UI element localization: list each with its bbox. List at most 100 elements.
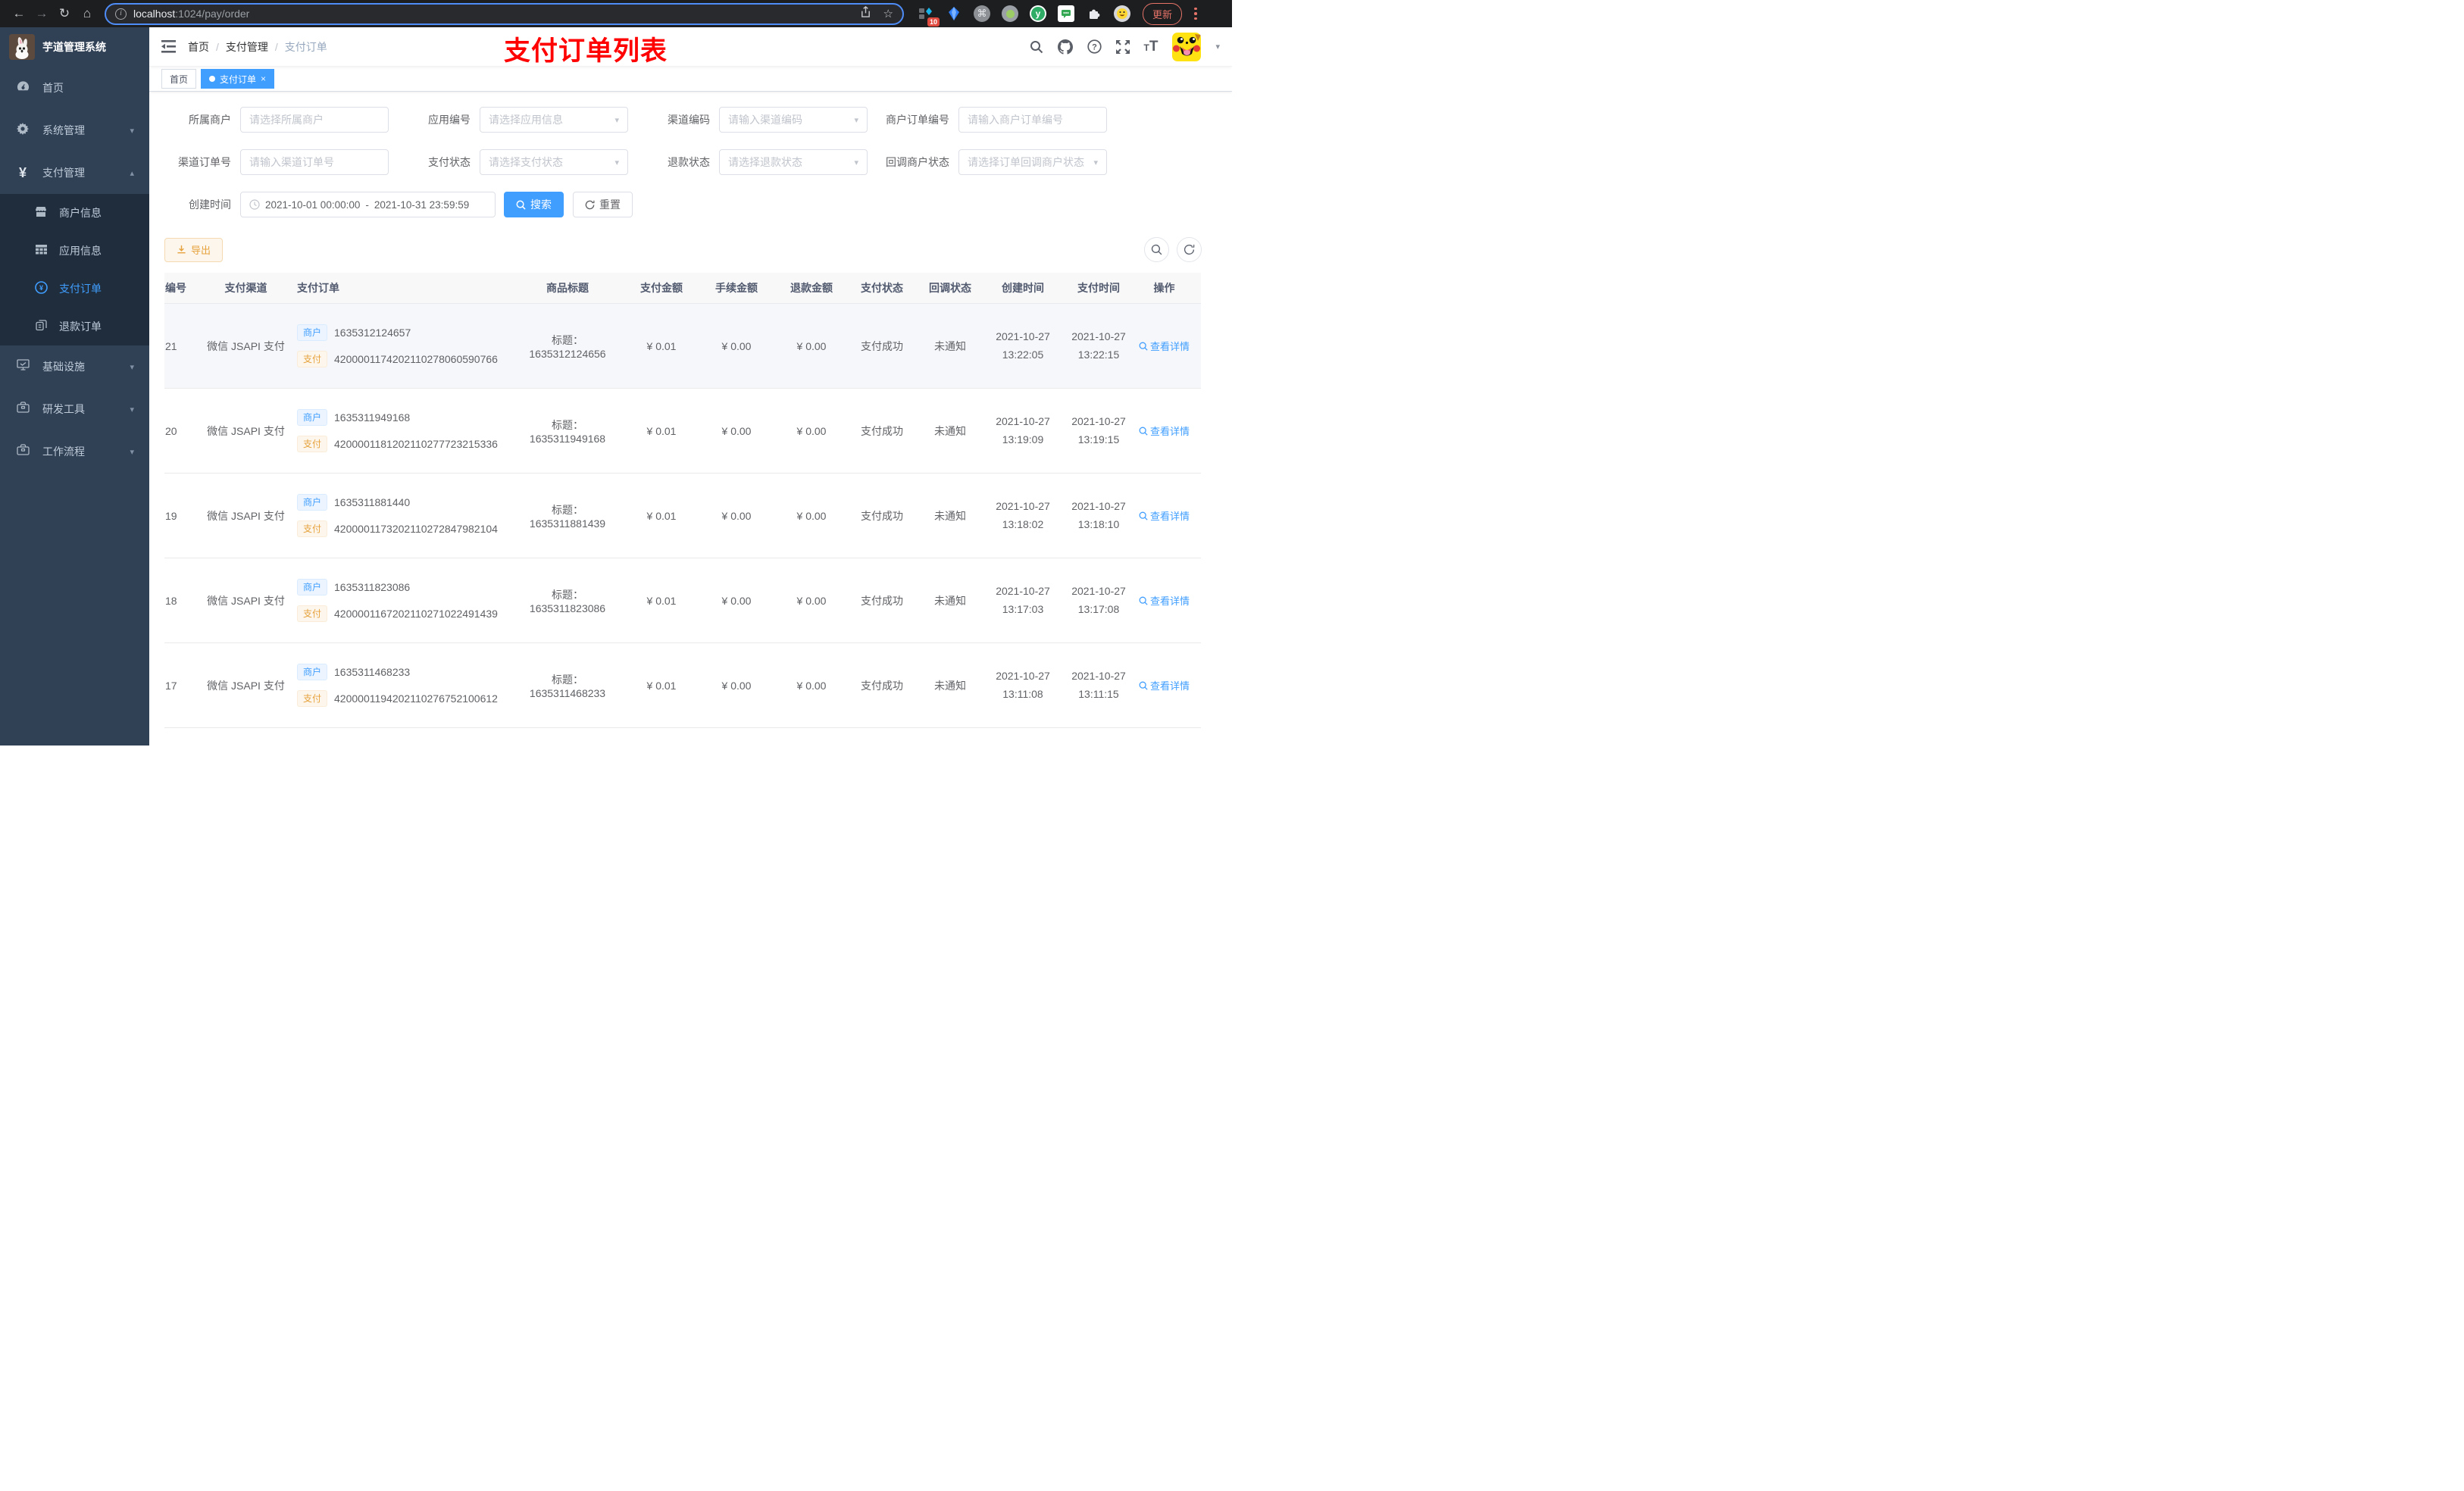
pay-tag: 支付: [297, 351, 328, 367]
table-row: 21 微信 JSAPI 支付 商户 1635312124657 支付 4200001…: [164, 304, 1201, 389]
briefcase-icon: [15, 444, 30, 459]
yen-circle-icon: ¥: [33, 280, 48, 297]
extension-badge: 10: [927, 17, 940, 27]
browser-forward-icon[interactable]: →: [30, 6, 53, 21]
sidebar-item-devtools[interactable]: 研发工具 ▾: [0, 388, 149, 430]
sidebar-item-workflow[interactable]: 工作流程 ▾: [0, 430, 149, 473]
date-end: 2021-10-31 23:59:59: [374, 198, 470, 211]
filter-label: 所属商户: [189, 114, 231, 126]
sidebar-item-refund-order[interactable]: 退款订单: [0, 308, 149, 345]
tab-close-icon[interactable]: ×: [261, 73, 266, 84]
extension-gem-icon[interactable]: [946, 5, 962, 22]
breadcrumb-pay[interactable]: 支付管理: [226, 39, 268, 55]
sidebar-item-label: 首页: [42, 82, 64, 94]
table-refresh-button[interactable]: [1177, 237, 1202, 262]
sidebar-fold-icon[interactable]: [161, 40, 176, 53]
extension-tasks-icon[interactable]: 10: [918, 5, 940, 27]
filter-label: 商户订单编号: [886, 114, 949, 126]
tab-pay-order[interactable]: 支付订单 ×: [201, 69, 275, 89]
sidebar-item-merchant-info[interactable]: 商户信息: [0, 194, 149, 232]
tab-home[interactable]: 首页: [161, 69, 197, 89]
github-icon[interactable]: [1057, 39, 1073, 55]
merchant-tag: 商户: [297, 409, 328, 426]
sidebar-item-label: 支付订单: [59, 283, 102, 295]
view-detail-link[interactable]: 查看详情: [1139, 339, 1190, 353]
chevron-down-icon: ▾: [1093, 158, 1098, 167]
site-info-icon[interactable]: i: [115, 8, 127, 20]
sidebar-item-pay[interactable]: ¥ 支付管理 ▴: [0, 152, 149, 194]
breadcrumb-current: 支付订单: [284, 40, 327, 53]
export-button[interactable]: 导出: [164, 237, 224, 262]
fullscreen-icon[interactable]: [1115, 39, 1130, 54]
extension-y-icon[interactable]: y: [1030, 5, 1046, 22]
view-detail-link[interactable]: 查看详情: [1139, 424, 1190, 438]
extension-record-icon[interactable]: [1002, 5, 1018, 22]
breadcrumb-home[interactable]: 首页: [188, 39, 209, 55]
pay-tag: 支付: [297, 436, 328, 452]
bookmark-star-icon[interactable]: ☆: [883, 7, 893, 20]
table-row: 17 微信 JSAPI 支付 商户 1635311468233 支付 4200001…: [164, 643, 1201, 728]
reset-button[interactable]: 重置: [573, 192, 633, 217]
toolbox-icon: [15, 402, 30, 417]
merchant-tag: 商户: [297, 324, 328, 341]
browser-update-button[interactable]: 更新: [1143, 2, 1183, 25]
logo-row[interactable]: 芋道管理系统: [0, 27, 149, 67]
avatar-caret-icon[interactable]: ▾: [1215, 42, 1220, 52]
sidebar-item-system[interactable]: 系统管理 ▾: [0, 109, 149, 152]
document-copy-icon: [33, 319, 48, 334]
filter-label: 支付状态: [428, 156, 471, 168]
extension-chat-icon[interactable]: [1058, 5, 1074, 22]
sidebar-item-pay-order[interactable]: ¥ 支付订单: [0, 270, 149, 308]
user-avatar[interactable]: [1172, 32, 1202, 61]
extension-icons: 10 ⌘ y: [918, 5, 1130, 27]
chevron-down-icon: ▾: [130, 405, 134, 414]
extensions-puzzle-icon[interactable]: [1086, 5, 1102, 22]
table-toolbar: 导出: [149, 234, 1232, 262]
pay-tag: 支付: [297, 690, 328, 707]
table-row: 20 微信 JSAPI 支付 商户 1635311949168 支付 4200001…: [164, 389, 1201, 474]
create-time-range-picker[interactable]: 2021-10-01 00:00:00 - 2021-10-31 23:59:5…: [240, 192, 496, 217]
chevron-down-icon: ▾: [130, 447, 134, 457]
channel-order-input[interactable]: 请输入渠道订单号: [240, 149, 389, 175]
filter-label: 创建时间: [189, 198, 231, 211]
view-detail-link[interactable]: 查看详情: [1139, 678, 1190, 692]
browser-back-icon[interactable]: ←: [8, 6, 30, 21]
merchant-select[interactable]: 请选择所属商户: [240, 107, 389, 133]
sidebar-item-infra[interactable]: 基础设施 ▾: [0, 345, 149, 388]
sidebar-item-label: 应用信息: [59, 245, 102, 257]
navbar: 首页 / 支付管理 / 支付订单 支付订单列表 ? TT ▾: [149, 27, 1232, 67]
sidebar-item-label: 支付管理: [42, 167, 85, 179]
font-size-icon[interactable]: TT: [1144, 39, 1159, 55]
date-start: 2021-10-01 00:00:00: [265, 198, 361, 211]
pay-status-select[interactable]: 请选择支付状态 ▾: [480, 149, 628, 175]
pay-submenu: 商户信息 应用信息 ¥ 支付订单 退款订单: [0, 194, 149, 345]
refund-status-select[interactable]: 请选择退款状态 ▾: [719, 149, 868, 175]
browser-reload-icon[interactable]: ↻: [53, 6, 76, 21]
table-row: 19 微信 JSAPI 支付 商户 1635311881440 支付 4200001…: [164, 474, 1201, 558]
chevron-up-icon: ▴: [130, 168, 134, 178]
search-icon[interactable]: [1030, 40, 1043, 54]
app-select[interactable]: 请选择应用信息 ▾: [480, 107, 628, 133]
sidebar-item-home[interactable]: 首页: [0, 67, 149, 109]
extension-emoji-icon[interactable]: [1114, 5, 1130, 22]
share-icon[interactable]: [860, 6, 871, 21]
gear-icon: [15, 122, 30, 139]
channel-code-select[interactable]: 请输入渠道编码 ▾: [719, 107, 868, 133]
view-detail-link[interactable]: 查看详情: [1139, 593, 1190, 608]
extension-command-icon[interactable]: ⌘: [974, 5, 990, 22]
help-icon[interactable]: ?: [1087, 39, 1102, 54]
notify-status-select[interactable]: 请选择订单回调商户状态 ▾: [958, 149, 1107, 175]
sidebar-item-app-info[interactable]: 应用信息: [0, 232, 149, 270]
merchant-order-input[interactable]: 请输入商户订单编号: [958, 107, 1107, 133]
filter-form: 所属商户 请选择所属商户 应用编号 请选择应用信息 ▾ 渠道编码 请输入渠道编码: [149, 92, 1232, 217]
view-detail-link[interactable]: 查看详情: [1139, 508, 1190, 523]
search-button[interactable]: 搜索: [504, 192, 564, 217]
browser-chrome: ← → ↻ ⌂ i localhost :1024/pay/order ☆ 10: [0, 0, 1232, 27]
sidebar-item-label: 退款订单: [59, 320, 102, 333]
table-search-toggle-button[interactable]: [1144, 237, 1169, 262]
monitor-icon: [15, 359, 30, 374]
address-bar[interactable]: i localhost :1024/pay/order ☆: [105, 2, 904, 25]
tag-tabbar: 首页 支付订单 ×: [149, 67, 1232, 92]
browser-home-icon[interactable]: ⌂: [76, 6, 98, 21]
browser-menu-icon[interactable]: [1191, 5, 1200, 23]
